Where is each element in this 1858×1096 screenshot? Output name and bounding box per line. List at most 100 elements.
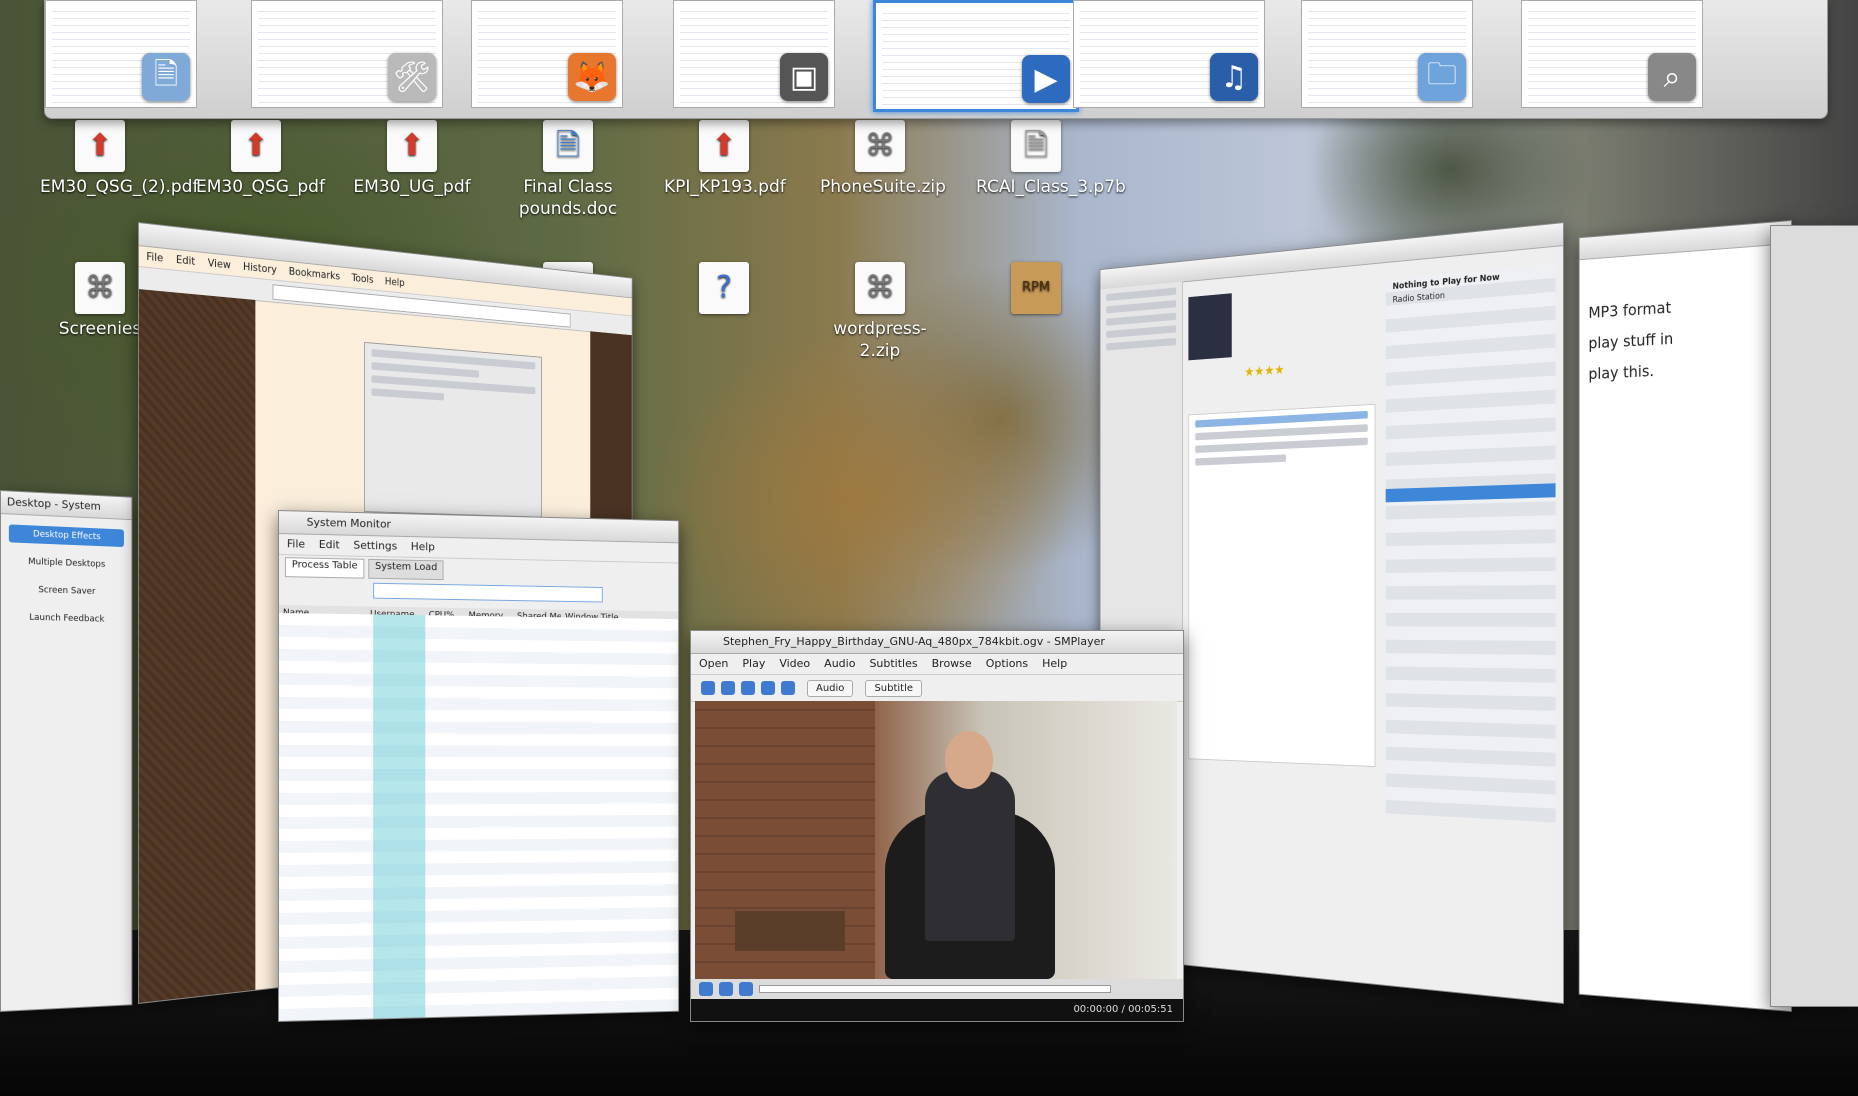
dialog-preview — [364, 342, 542, 518]
document-window[interactable]: MP3 format play stuff in play this. — [1579, 220, 1792, 1012]
desktop-icon[interactable]: 🗎 RCAI_Class_3.p7b — [976, 120, 1096, 198]
desktop-icon[interactable]: ⬆ EM30_QSG_(2).pdf — [40, 120, 160, 198]
previous-icon[interactable] — [701, 681, 715, 695]
switcher-thumbnail[interactable]: ▶ — [873, 0, 1079, 112]
menu-item[interactable]: Open — [699, 657, 728, 670]
desktop-icon[interactable]: 🗎 Final Class pounds.doc — [508, 120, 628, 220]
seek-bar[interactable] — [691, 979, 1184, 999]
side-table — [735, 911, 845, 951]
menu-item[interactable]: File — [287, 537, 305, 550]
desktop-icon[interactable]: ⌘ wordpress-2.zip — [820, 262, 940, 362]
tab-system-load[interactable]: System Load — [368, 559, 444, 580]
open-icon[interactable] — [721, 681, 735, 695]
desktop-icon[interactable]: ⬆ EM30_UG_pdf — [352, 120, 472, 198]
menu-item[interactable]: Bookmarks — [289, 265, 340, 283]
player-toolbar: Audio Subtitle — [691, 675, 1183, 702]
music-player-icon: ♫ — [1210, 53, 1258, 101]
settings-item[interactable]: Screen Saver — [9, 580, 124, 601]
search-icon: ⌕ — [1648, 53, 1696, 101]
subtitle-button[interactable]: Subtitle — [865, 680, 922, 697]
file-icon: ⬆ — [387, 120, 437, 172]
desktop-icon-label: KPI_KP193.pdf — [664, 176, 784, 198]
play-icon[interactable] — [699, 982, 713, 996]
file-manager-icon: 🗀 — [1418, 53, 1466, 101]
media-player-icon: ▶ — [1022, 55, 1070, 103]
window-title: Desktop - System — [1, 491, 131, 520]
playlist-selected-row[interactable] — [1386, 483, 1556, 502]
desktop-icon-label: PhoneSuite.zip — [820, 176, 940, 198]
switcher-thumbnail[interactable]: 🦊 — [471, 0, 623, 108]
background-window[interactable] — [1770, 225, 1858, 1007]
desktop-icon-label: Final Class pounds.doc — [508, 176, 628, 220]
audio-button[interactable]: Audio — [807, 680, 853, 697]
menu-item[interactable]: Help — [411, 540, 435, 553]
switcher-thumbnail[interactable]: ▣ — [673, 0, 835, 108]
album-art — [1188, 293, 1231, 360]
time-display: 00:00:00 / 00:05:51 — [1073, 1004, 1173, 1015]
menu-item[interactable]: Play — [742, 657, 765, 670]
file-icon: ⬆ — [699, 120, 749, 172]
file-icon: ⌘ — [855, 120, 905, 172]
system-settings-window[interactable]: Desktop - System Desktop Effects Multiple… — [0, 490, 132, 1012]
desktop-icon[interactable]: RPM — [976, 262, 1096, 318]
file-icon: 🗎 — [543, 120, 593, 172]
screenshot-icon[interactable] — [761, 681, 775, 695]
menu-item[interactable]: Tools — [352, 271, 374, 285]
firefox-icon: 🦊 — [568, 53, 616, 101]
desktop-icon[interactable]: ? — [664, 262, 784, 318]
desktop-icon[interactable]: ⬆ KPI_KP193.pdf — [664, 120, 784, 198]
file-icon: ⌘ — [855, 262, 905, 314]
desktop-icon[interactable]: ⌘ PhoneSuite.zip — [820, 120, 940, 198]
media-player-window[interactable]: Stephen_Fry_Happy_Birthday_GNU-Aq_480px_… — [690, 630, 1184, 1022]
tab-process-table[interactable]: Process Table — [285, 557, 364, 578]
menu-item[interactable]: Browse — [932, 657, 972, 670]
menu-item[interactable]: Edit — [176, 253, 195, 268]
switcher-thumbnail[interactable]: ⌕ — [1521, 0, 1703, 108]
menu-item[interactable]: Settings — [353, 539, 397, 553]
seek-slider[interactable] — [759, 985, 1111, 993]
process-table-body[interactable] — [279, 613, 678, 1021]
menu-item[interactable]: View — [208, 256, 231, 271]
playlist[interactable]: Nothing to Play for Now Radio Station — [1386, 264, 1556, 823]
pause-icon[interactable] — [719, 982, 733, 996]
switcher-thumbnail[interactable]: ♫ — [1073, 0, 1265, 108]
menu-item[interactable]: Video — [779, 657, 810, 670]
menu-item[interactable]: Audio — [824, 657, 855, 670]
system-monitor-window[interactable]: System Monitor File Edit Settings Help Proc… — [278, 510, 679, 1022]
menu-item[interactable]: Options — [986, 657, 1028, 670]
file-icon: ⬆ — [75, 120, 125, 172]
fullscreen-icon[interactable] — [741, 681, 755, 695]
settings-item[interactable]: Multiple Desktops — [9, 552, 124, 574]
switcher-thumbnail[interactable]: 🗎 — [45, 0, 197, 108]
menu-item[interactable]: Edit — [319, 538, 340, 551]
switcher-thumbnail[interactable]: 🛠 — [251, 0, 443, 108]
menu-item[interactable]: Help — [385, 275, 405, 289]
player-status-bar: 00:00:00 / 00:05:51 — [691, 999, 1183, 1021]
menu-item[interactable]: History — [243, 260, 277, 276]
player-menu-bar: Open Play Video Audio Subtitles Browse Options… — [691, 654, 1183, 675]
menu-item[interactable]: Help — [1042, 657, 1067, 670]
document-icon: 🗎 — [142, 53, 190, 101]
page-sidebar — [139, 289, 255, 1003]
file-icon: ⬆ — [231, 120, 281, 172]
playlist-icon[interactable] — [781, 681, 795, 695]
monitor-icon: ▣ — [780, 53, 828, 101]
lyrics-pane — [1188, 404, 1375, 767]
menu-item[interactable]: File — [146, 250, 163, 265]
stop-icon[interactable] — [739, 982, 753, 996]
settings-item[interactable]: Launch Feedback — [9, 608, 124, 629]
desktop-icon-label: wordpress-2.zip — [820, 318, 940, 362]
video-frame[interactable] — [695, 701, 1177, 979]
username-column-highlight — [373, 614, 425, 1018]
desktop-icon[interactable]: ⬆ EM30_QSG_pdf — [196, 120, 316, 198]
person — [925, 771, 1015, 941]
desktop-icon-label: EM30_QSG_pdf — [196, 176, 316, 198]
process-filter-input[interactable] — [373, 583, 603, 603]
file-icon: RPM — [1011, 262, 1061, 314]
file-icon: ⌘ — [75, 262, 125, 314]
file-icon: 🗎 — [1011, 120, 1061, 172]
rating-stars: ★★★★ — [1244, 363, 1284, 380]
switcher-thumbnail[interactable]: 🗀 — [1301, 0, 1473, 108]
settings-item[interactable]: Desktop Effects — [9, 524, 124, 547]
menu-item[interactable]: Subtitles — [869, 657, 917, 670]
